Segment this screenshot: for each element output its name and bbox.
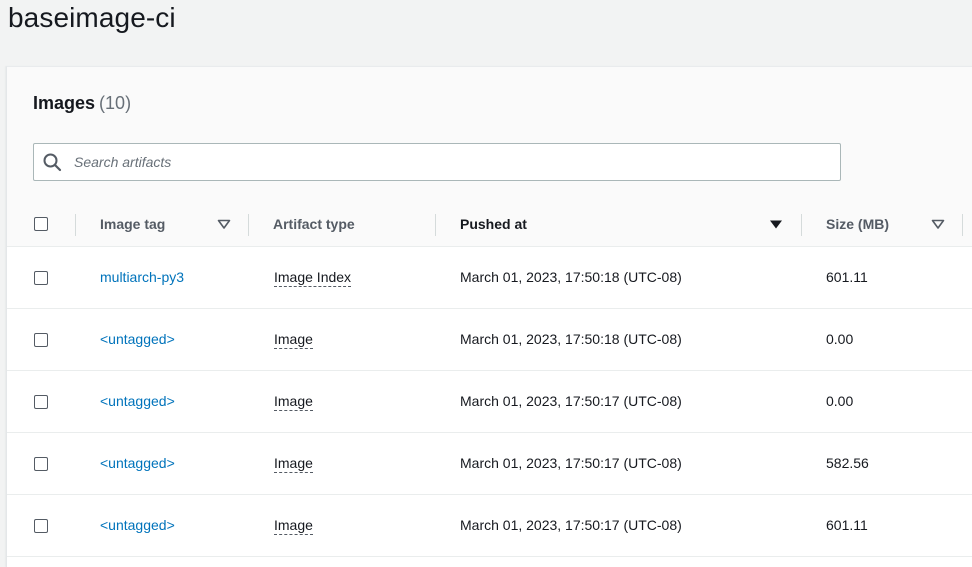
- table-header: Image tag Artifact type Pushed at Size (…: [7, 203, 972, 247]
- column-separator: [801, 214, 802, 236]
- pushed-at: March 01, 2023, 17:50:18 (UTC-08): [460, 331, 682, 347]
- table-row: <untagged> Image March 01, 2023, 17:50:1…: [7, 371, 972, 433]
- artifact-type-label[interactable]: Image: [274, 517, 313, 535]
- images-heading-label: Images: [33, 93, 96, 113]
- size-mb: 0.00: [826, 393, 854, 409]
- pushed-at: March 01, 2023, 17:50:18 (UTC-08): [460, 269, 682, 285]
- search-box[interactable]: [33, 143, 841, 181]
- artifact-type[interactable]: Image: [274, 309, 313, 370]
- row-checkbox[interactable]: [34, 333, 48, 347]
- images-table: Image tag Artifact type Pushed at Size (…: [7, 203, 972, 557]
- column-separator: [435, 214, 436, 236]
- artifact-type[interactable]: Image: [274, 371, 313, 432]
- row-checkbox[interactable]: [34, 519, 48, 533]
- caret-down-filled-icon[interactable]: [769, 217, 783, 231]
- column-header-image-tag[interactable]: Image tag: [100, 203, 165, 246]
- artifact-type[interactable]: Image Index: [274, 247, 352, 308]
- caret-down-outline-icon[interactable]: [217, 217, 231, 231]
- column-header-size[interactable]: Size (MB): [826, 203, 889, 246]
- image-tag-link[interactable]: <untagged>: [100, 309, 175, 370]
- table-row: <untagged> Image March 01, 2023, 17:50:1…: [7, 433, 972, 495]
- image-tag-link[interactable]: <untagged>: [100, 495, 175, 556]
- page-title: baseimage-ci: [8, 2, 176, 33]
- image-tag-link[interactable]: <untagged>: [100, 433, 175, 494]
- column-separator: [962, 214, 963, 236]
- table-row: <untagged> Image March 01, 2023, 17:50:1…: [7, 495, 972, 557]
- row-checkbox[interactable]: [34, 271, 48, 285]
- artifact-type[interactable]: Image: [274, 433, 313, 494]
- image-tag-link[interactable]: <untagged>: [100, 371, 175, 432]
- pushed-at: March 01, 2023, 17:50:17 (UTC-08): [460, 517, 682, 533]
- size-mb: 601.11: [826, 517, 868, 533]
- search-icon: [42, 152, 62, 172]
- images-panel: Images(10) Image tag Artifact type Pushe: [6, 66, 972, 567]
- images-panel-header: Images (10): [7, 67, 972, 204]
- table-row: multiarch-py3 Image Index March 01, 2023…: [7, 247, 972, 309]
- row-checkbox[interactable]: [34, 457, 48, 471]
- row-checkbox[interactable]: [34, 395, 48, 409]
- pushed-at: March 01, 2023, 17:50:17 (UTC-08): [460, 393, 682, 409]
- pushed-at: March 01, 2023, 17:50:17 (UTC-08): [460, 455, 682, 471]
- size-mb: 0.00: [826, 331, 854, 347]
- table-row: <untagged> Image March 01, 2023, 17:50:1…: [7, 309, 972, 371]
- artifact-type-label[interactable]: Image: [274, 455, 313, 473]
- artifact-type-label[interactable]: Image: [274, 393, 313, 411]
- caret-down-outline-icon[interactable]: [931, 217, 945, 231]
- artifact-type[interactable]: Image: [274, 495, 313, 556]
- images-heading: Images (10): [33, 93, 131, 114]
- size-mb: 582.56: [826, 455, 869, 471]
- column-header-pushed-at[interactable]: Pushed at: [460, 203, 527, 246]
- size-mb: 601.11: [826, 269, 868, 285]
- image-tag-link[interactable]: multiarch-py3: [100, 247, 184, 308]
- search-input[interactable]: [74, 144, 834, 180]
- images-count: (10): [99, 93, 132, 113]
- column-header-artifact-type: Artifact type: [273, 216, 355, 232]
- column-separator: [75, 214, 76, 236]
- column-separator: [248, 214, 249, 236]
- artifact-type-label[interactable]: Image Index: [274, 269, 352, 287]
- select-all-checkbox[interactable]: [34, 217, 48, 231]
- artifact-type-label[interactable]: Image: [274, 331, 313, 349]
